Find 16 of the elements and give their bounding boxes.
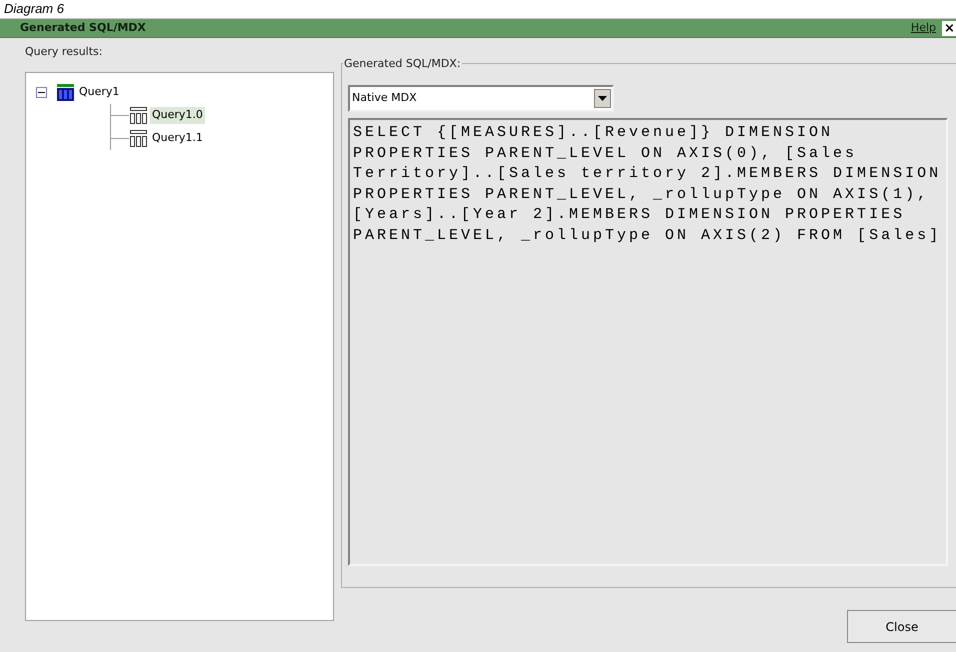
tree-label: Query results:: [25, 45, 104, 60]
help-link[interactable]: Help: [910, 20, 936, 36]
tree-item[interactable]: Query1.0: [150, 107, 205, 124]
tree-item[interactable]: Query1: [77, 84, 122, 101]
window-title: Generated SQL/MDX: [20, 20, 146, 36]
format-dropdown[interactable]: Native MDX: [348, 85, 614, 112]
close-dialog-button[interactable]: Close: [847, 610, 956, 643]
table-icon: [130, 107, 147, 124]
tree-item[interactable]: Query1.1: [150, 130, 205, 147]
caption: Diagram 6: [4, 1, 64, 17]
table-icon: [57, 84, 74, 101]
close-button[interactable]: ×: [942, 20, 956, 36]
table-icon: [130, 130, 147, 147]
collapse-toggle-icon[interactable]: [36, 87, 47, 98]
code-text-area[interactable]: SELECT {[MEASURES]..[Revenue]} DIMENSION PROPERTIES PARENT_LEVEL ON AXIS(0), [Sales Territory]..[Sales territory 2].MEMBERS DIMENSION PROPERTIES PARENT_LEVEL, _rollupType ON AXIS(1), [Years]..[Year 2].MEMBERS DIMENSION PROPERTIES PARENT_LEVEL, _rollupType ON AXIS(2) FROM [Sales]: [348, 118, 948, 566]
group-legend: Generated SQL/MDX:: [343, 56, 462, 71]
